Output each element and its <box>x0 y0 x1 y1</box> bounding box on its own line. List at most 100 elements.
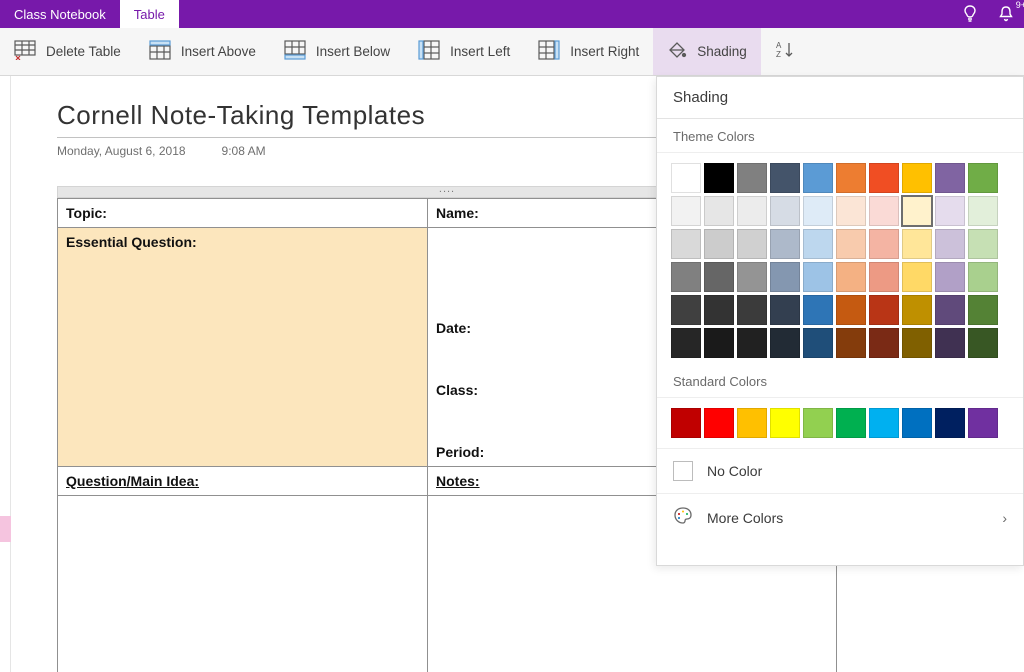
theme-swatch[interactable] <box>968 295 998 325</box>
no-color-option[interactable]: No Color <box>657 448 1023 493</box>
theme-swatch[interactable] <box>836 295 866 325</box>
page-time: 9:08 AM <box>222 144 266 158</box>
standard-swatch[interactable] <box>770 408 800 438</box>
theme-swatch[interactable] <box>902 229 932 259</box>
palette-icon <box>673 506 693 529</box>
lightbulb-icon[interactable] <box>952 0 988 28</box>
theme-swatch[interactable] <box>770 163 800 193</box>
theme-swatch[interactable] <box>968 328 998 358</box>
theme-swatch[interactable] <box>671 262 701 292</box>
insert-right-button[interactable]: Insert Right <box>524 28 653 75</box>
standard-swatch[interactable] <box>968 408 998 438</box>
theme-swatch[interactable] <box>704 295 734 325</box>
standard-swatch[interactable] <box>671 408 701 438</box>
theme-colors-label: Theme Colors <box>657 119 1023 153</box>
theme-swatch[interactable] <box>869 328 899 358</box>
section-indicator[interactable] <box>0 516 11 542</box>
theme-swatch[interactable] <box>671 196 701 226</box>
theme-swatch[interactable] <box>704 229 734 259</box>
theme-swatch[interactable] <box>704 163 734 193</box>
theme-swatch[interactable] <box>968 163 998 193</box>
theme-swatch[interactable] <box>803 295 833 325</box>
theme-swatch[interactable] <box>836 262 866 292</box>
theme-swatch[interactable] <box>902 196 932 226</box>
theme-swatch[interactable] <box>935 196 965 226</box>
theme-swatch[interactable] <box>803 196 833 226</box>
standard-swatch[interactable] <box>704 408 734 438</box>
insert-right-icon <box>538 40 560 63</box>
standard-swatch[interactable] <box>803 408 833 438</box>
theme-swatch[interactable] <box>770 196 800 226</box>
standard-swatch[interactable] <box>902 408 932 438</box>
theme-swatch[interactable] <box>869 262 899 292</box>
svg-text:Z: Z <box>776 50 781 59</box>
theme-swatch[interactable] <box>869 196 899 226</box>
theme-swatch[interactable] <box>836 163 866 193</box>
theme-swatch[interactable] <box>803 328 833 358</box>
theme-swatch[interactable] <box>737 229 767 259</box>
standard-swatch[interactable] <box>737 408 767 438</box>
theme-swatch[interactable] <box>935 229 965 259</box>
theme-swatch[interactable] <box>935 295 965 325</box>
theme-swatch[interactable] <box>935 262 965 292</box>
theme-swatch[interactable] <box>869 229 899 259</box>
theme-swatch[interactable] <box>770 262 800 292</box>
standard-swatch[interactable] <box>836 408 866 438</box>
theme-swatch[interactable] <box>902 328 932 358</box>
theme-swatch[interactable] <box>770 229 800 259</box>
table-delete-icon <box>14 40 36 63</box>
theme-swatch-grid <box>657 153 1023 364</box>
cell-essential-question[interactable]: Essential Question: <box>58 228 428 467</box>
left-gutter <box>0 76 11 672</box>
theme-swatch[interactable] <box>968 229 998 259</box>
theme-swatch[interactable] <box>671 295 701 325</box>
theme-swatch[interactable] <box>770 328 800 358</box>
theme-swatch[interactable] <box>935 163 965 193</box>
shading-button[interactable]: Shading <box>653 28 761 75</box>
standard-swatch[interactable] <box>935 408 965 438</box>
theme-swatch[interactable] <box>968 196 998 226</box>
theme-swatch[interactable] <box>869 295 899 325</box>
tab-class-notebook[interactable]: Class Notebook <box>0 0 120 28</box>
theme-swatch[interactable] <box>803 163 833 193</box>
insert-above-button[interactable]: Insert Above <box>135 28 270 75</box>
page-date: Monday, August 6, 2018 <box>57 144 186 158</box>
theme-swatch[interactable] <box>671 229 701 259</box>
insert-below-button[interactable]: Insert Below <box>270 28 404 75</box>
theme-swatch[interactable] <box>737 163 767 193</box>
theme-swatch[interactable] <box>671 328 701 358</box>
theme-swatch[interactable] <box>869 163 899 193</box>
theme-swatch[interactable] <box>803 229 833 259</box>
cell-question-main-idea[interactable]: Question/Main Idea: <box>58 467 428 496</box>
insert-below-icon <box>284 40 306 63</box>
tab-table[interactable]: Table <box>120 0 179 28</box>
insert-left-button[interactable]: Insert Left <box>404 28 524 75</box>
theme-swatch[interactable] <box>737 328 767 358</box>
theme-swatch[interactable] <box>770 295 800 325</box>
theme-swatch[interactable] <box>803 262 833 292</box>
standard-colors-label: Standard Colors <box>657 364 1023 398</box>
theme-swatch[interactable] <box>704 262 734 292</box>
theme-swatch[interactable] <box>671 163 701 193</box>
theme-swatch[interactable] <box>968 262 998 292</box>
theme-swatch[interactable] <box>902 295 932 325</box>
theme-swatch[interactable] <box>902 163 932 193</box>
delete-table-button[interactable]: Delete Table <box>0 28 135 75</box>
bell-icon[interactable]: 9+ <box>988 0 1024 28</box>
standard-swatch[interactable] <box>869 408 899 438</box>
theme-swatch[interactable] <box>836 196 866 226</box>
theme-swatch[interactable] <box>737 196 767 226</box>
theme-swatch[interactable] <box>935 328 965 358</box>
theme-swatch[interactable] <box>836 229 866 259</box>
cell-topic[interactable]: Topic: <box>58 199 428 228</box>
sort-button[interactable]: AZ <box>761 28 809 75</box>
cell-question-body[interactable] <box>58 496 428 672</box>
theme-swatch[interactable] <box>704 328 734 358</box>
theme-swatch[interactable] <box>704 196 734 226</box>
theme-swatch[interactable] <box>737 295 767 325</box>
theme-swatch[interactable] <box>836 328 866 358</box>
theme-swatch[interactable] <box>902 262 932 292</box>
theme-swatch[interactable] <box>737 262 767 292</box>
sort-az-icon: AZ <box>775 40 795 63</box>
more-colors-option[interactable]: More Colors › <box>657 493 1023 541</box>
